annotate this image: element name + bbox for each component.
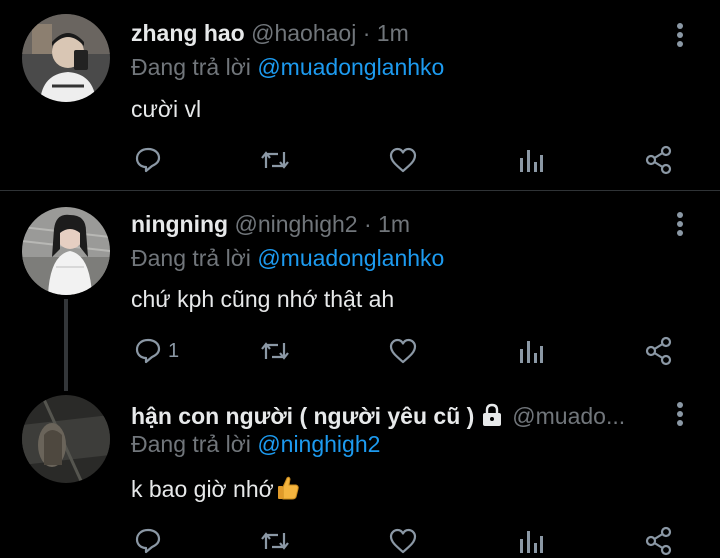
reply-icon	[135, 528, 161, 554]
reply-icon	[135, 147, 161, 173]
like-icon	[389, 338, 417, 364]
reply-icon	[135, 338, 161, 364]
replying-to-label: Đang trả lời	[131, 54, 251, 80]
avatar[interactable]	[22, 395, 110, 483]
reply-count: 1	[168, 339, 180, 362]
retweet-icon	[261, 151, 289, 169]
share-icon	[645, 145, 672, 175]
like-button[interactable]	[388, 524, 418, 558]
reply-mention[interactable]: @muadonglanhko	[257, 54, 444, 80]
more-icon	[677, 23, 683, 47]
tweet[interactable]: zhang hao @haohaoj · 1m Đang trả lời @mu…	[0, 0, 720, 190]
reply-button[interactable]: 1	[134, 334, 179, 368]
tweet[interactable]: hận con người ( người yêu cũ ) @muado... …	[0, 391, 720, 558]
display-name[interactable]: zhang hao	[131, 20, 245, 46]
share-button[interactable]	[644, 334, 674, 368]
separator: ·	[363, 211, 372, 237]
like-icon	[389, 147, 417, 173]
display-name[interactable]: ningning	[131, 211, 228, 237]
more-button[interactable]	[670, 399, 690, 429]
avatar[interactable]	[22, 207, 110, 295]
lock-icon	[480, 403, 504, 433]
tweet-text: chứ kph cũng nhớ thật ah	[131, 286, 395, 312]
more-icon	[677, 402, 683, 426]
retweet-button[interactable]	[258, 334, 292, 368]
timestamp[interactable]: 1m	[378, 211, 410, 237]
analytics-button[interactable]	[518, 524, 544, 558]
retweet-button[interactable]	[258, 143, 292, 177]
analytics-icon	[520, 531, 543, 553]
analytics-icon	[520, 150, 543, 172]
analytics-button[interactable]	[518, 334, 544, 368]
replying-to-label: Đang trả lời	[131, 245, 251, 271]
like-icon	[389, 528, 417, 554]
retweet-button[interactable]	[258, 524, 292, 558]
replying-to-label: Đang trả lời	[131, 431, 251, 457]
tweet-text: cười vl	[131, 96, 202, 122]
like-button[interactable]	[388, 334, 418, 368]
reply-mention[interactable]: @ninghigh2	[257, 431, 380, 457]
timestamp[interactable]: 1m	[377, 20, 409, 46]
analytics-button[interactable]	[518, 143, 544, 177]
like-button[interactable]	[388, 143, 418, 177]
analytics-icon	[520, 341, 543, 363]
thumbs-up-emoji	[276, 475, 300, 507]
handle[interactable]: @ninghigh2	[234, 211, 357, 237]
share-button[interactable]	[644, 524, 674, 558]
avatar[interactable]	[22, 14, 110, 102]
share-icon	[645, 336, 672, 366]
tweet[interactable]: ningning @ninghigh2 · 1m Đang trả lời @m…	[0, 191, 720, 391]
share-button[interactable]	[644, 143, 674, 177]
reply-button[interactable]	[134, 524, 168, 558]
more-icon	[677, 212, 683, 236]
more-button[interactable]	[670, 20, 690, 50]
tweet-text: k bao giờ nhớ	[131, 476, 274, 502]
share-icon	[645, 526, 672, 556]
reply-mention[interactable]: @muadonglanhko	[257, 245, 444, 271]
retweet-icon	[261, 532, 289, 550]
display-name[interactable]: hận con người ( người yêu cũ )	[131, 403, 474, 429]
retweet-icon	[261, 342, 289, 360]
handle[interactable]: @muado...	[512, 403, 625, 429]
reply-button[interactable]	[134, 143, 168, 177]
more-button[interactable]	[670, 209, 690, 239]
handle[interactable]: @haohaoj	[251, 20, 356, 46]
separator: ·	[362, 20, 371, 46]
